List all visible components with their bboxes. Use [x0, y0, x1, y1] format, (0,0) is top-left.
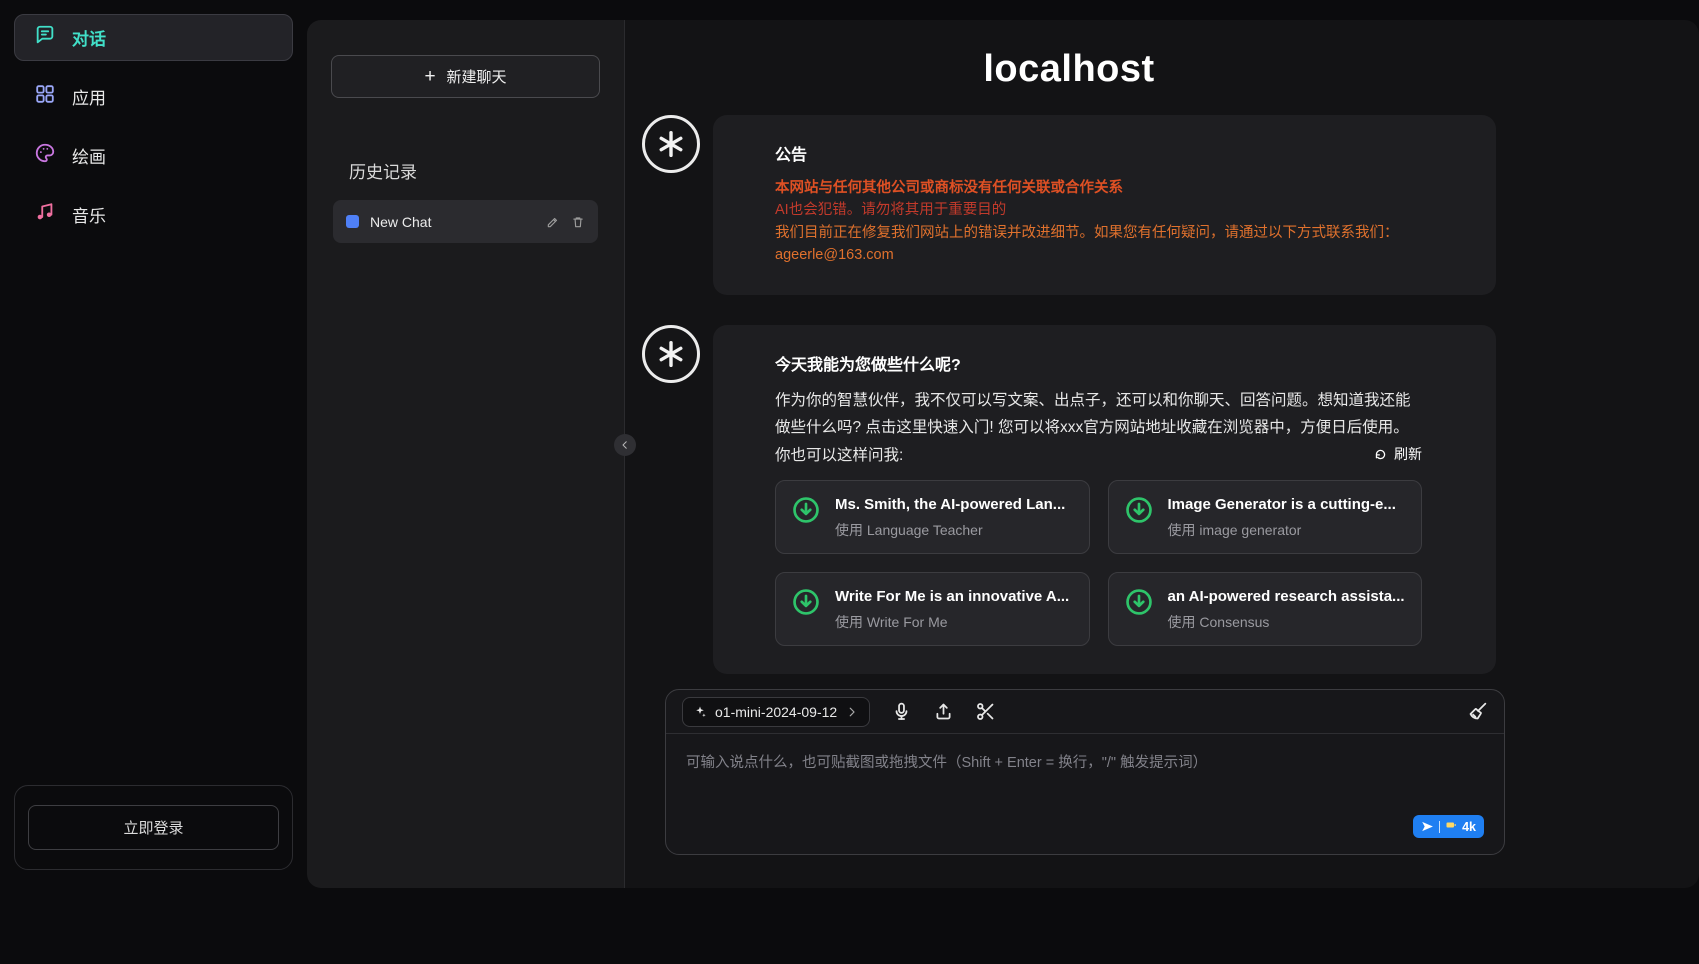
scissors-button[interactable] [975, 701, 996, 722]
upload-icon [933, 701, 954, 722]
music-note-icon [34, 201, 56, 228]
send-plane-icon [1421, 820, 1434, 833]
login-button[interactable]: 立即登录 [28, 805, 279, 850]
clear-context-button[interactable] [1467, 701, 1488, 722]
announcement-bubble: 公告 本网站与任何其他公司或商标没有任何关联或合作关系 AI也会犯错。请勿将其用… [713, 115, 1496, 295]
openai-logo-icon [654, 127, 688, 161]
message-input[interactable] [666, 734, 1504, 854]
sidebar-nav: 对话 应用 绘画 音乐 [14, 14, 293, 238]
mic-button[interactable] [891, 701, 912, 722]
chat-content: localhost 公告 本网站与任何其他公司或商标没有任何关联或合作关系 AI… [642, 48, 1496, 674]
chevron-right-icon [845, 705, 859, 719]
announcement-line: 我们目前正在修复我们网站上的错误并改进细节。如果您有任何疑问，请通过以下方式联系… [775, 222, 1422, 244]
history-title: 历史记录 [349, 158, 624, 183]
welcome-title: 今天我能为您做些什么呢? [775, 351, 1422, 375]
chat-bubble-icon [34, 24, 56, 51]
suggestion-subtitle: 使用 Consensus [1168, 612, 1405, 632]
refresh-label: 刷新 [1394, 444, 1422, 464]
broom-icon [1467, 701, 1488, 722]
suggestion-card[interactable]: Write For Me is an innovative A... 使用 Wr… [775, 572, 1090, 646]
suggestion-subtitle: 使用 image generator [1168, 520, 1396, 540]
composer: o1-mini-2024-09-12 [665, 689, 1505, 855]
announcement-line: 本网站与任何其他公司或商标没有任何关联或合作关系 [775, 177, 1422, 199]
edit-icon[interactable] [546, 215, 560, 229]
welcome-bubble: 今天我能为您做些什么呢? 作为你的智慧伙伴，我不仅可以写文案、出点子，还可以和你… [713, 325, 1496, 674]
suggestion-grid: Ms. Smith, the AI-powered Lan... 使用 Lang… [775, 480, 1422, 646]
refresh-icon [1373, 447, 1388, 462]
page-title: localhost [642, 48, 1496, 91]
sidebar-item-drawing[interactable]: 绘画 [14, 132, 293, 179]
refresh-suggestions-button[interactable]: 刷新 [1373, 444, 1422, 464]
sidebar-item-music[interactable]: 音乐 [14, 191, 293, 238]
battery-icon [1445, 819, 1457, 834]
sidebar-item-label: 绘画 [72, 143, 106, 168]
blue-square-icon [346, 215, 359, 228]
message-input-wrap: 4k [666, 734, 1504, 854]
suggestion-card[interactable]: Image Generator is a cutting-e... 使用 ima… [1108, 480, 1423, 554]
workspace: + 新建聊天 历史记录 New Chat localhost [307, 20, 1699, 888]
download-circle-icon [1123, 494, 1155, 526]
suggestion-subtitle: 使用 Language Teacher [835, 520, 1065, 540]
composer-toolbar: o1-mini-2024-09-12 [666, 690, 1504, 734]
plus-icon: + [424, 67, 435, 86]
sidebar-spacer [14, 238, 293, 785]
palette-icon [34, 142, 56, 169]
suggestion-card[interactable]: an AI-powered research assista... 使用 Con… [1108, 572, 1423, 646]
suggestion-title: an AI-powered research assista... [1168, 588, 1405, 605]
contact-email-link[interactable]: ageerle@163.com [775, 244, 1422, 266]
app-window: 对话 应用 绘画 音乐 立即登录 [0, 0, 1699, 964]
suggestion-subtitle: 使用 Write For Me [835, 612, 1069, 632]
send-button[interactable]: 4k [1413, 815, 1484, 838]
download-circle-icon [790, 586, 822, 618]
hint-row: 你也可以这样问我: 刷新 [775, 443, 1422, 465]
chat-list-item[interactable]: New Chat [333, 200, 598, 243]
sidebar-item-label: 应用 [72, 84, 106, 109]
delete-icon[interactable] [571, 215, 585, 229]
message-welcome: 今天我能为您做些什么呢? 作为你的智慧伙伴，我不仅可以写文案、出点子，还可以和你… [642, 325, 1496, 674]
chevron-left-icon [619, 439, 631, 451]
model-name: o1-mini-2024-09-12 [715, 704, 837, 720]
sparkle-icon [693, 705, 707, 719]
openai-logo-icon [654, 337, 688, 371]
new-chat-button[interactable]: + 新建聊天 [331, 55, 600, 98]
chat-item-title: New Chat [370, 214, 535, 230]
message-announcement: 公告 本网站与任何其他公司或商标没有任何关联或合作关系 AI也会犯错。请勿将其用… [642, 115, 1496, 295]
upload-button[interactable] [933, 701, 954, 722]
announcement-title: 公告 [775, 141, 1422, 165]
sidebar-item-chat[interactable]: 对话 [14, 14, 293, 61]
suggestion-title: Ms. Smith, the AI-powered Lan... [835, 496, 1065, 513]
chat-scroll-area: localhost 公告 本网站与任何其他公司或商标没有任何关联或合作关系 AI… [625, 20, 1699, 689]
assistant-avatar [642, 115, 700, 173]
sidebar-item-label: 对话 [72, 25, 106, 50]
token-count: 4k [1462, 820, 1476, 834]
apps-grid-icon [34, 83, 56, 110]
download-circle-icon [1123, 586, 1155, 618]
announcement-line: AI也会犯错。请勿将其用于重要目的 [775, 199, 1422, 221]
new-chat-label: 新建聊天 [447, 66, 507, 87]
badge-divider [1439, 821, 1440, 833]
download-circle-icon [790, 494, 822, 526]
suggestion-title: Write For Me is an innovative A... [835, 588, 1069, 605]
sidebar-item-label: 音乐 [72, 202, 106, 227]
chat-list-panel: + 新建聊天 历史记录 New Chat [307, 20, 625, 888]
sidebar-item-apps[interactable]: 应用 [14, 73, 293, 120]
login-panel: 立即登录 [14, 785, 293, 870]
scissors-icon [975, 701, 996, 722]
model-selector[interactable]: o1-mini-2024-09-12 [682, 697, 870, 727]
hint-text: 你也可以这样问我: [775, 443, 903, 465]
sidebar: 对话 应用 绘画 音乐 立即登录 [0, 0, 307, 964]
suggestion-title: Image Generator is a cutting-e... [1168, 496, 1396, 513]
mic-icon [891, 701, 912, 722]
assistant-avatar [642, 325, 700, 383]
main-panel: localhost 公告 本网站与任何其他公司或商标没有任何关联或合作关系 AI… [625, 20, 1699, 888]
welcome-body: 作为你的智慧伙伴，我不仅可以写文案、出点子，还可以和你聊天、回答问题。想知道我还… [775, 387, 1422, 441]
collapse-sidebar-button[interactable] [614, 434, 636, 456]
suggestion-card[interactable]: Ms. Smith, the AI-powered Lan... 使用 Lang… [775, 480, 1090, 554]
chat-item-actions [546, 215, 585, 229]
